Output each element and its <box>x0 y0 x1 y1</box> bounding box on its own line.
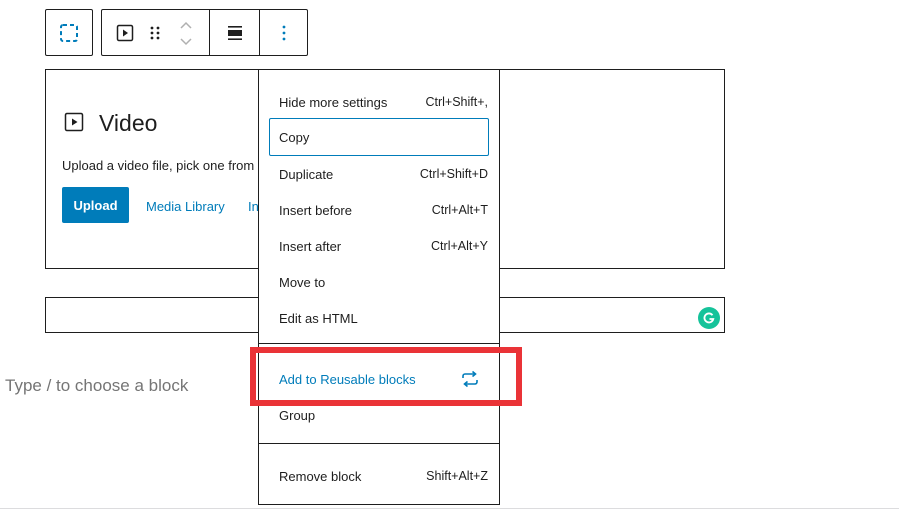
menu-item-remove-block[interactable]: Remove block Shift+Alt+Z <box>259 458 499 494</box>
upload-button[interactable]: Upload <box>62 187 129 223</box>
menu-item-move-to[interactable]: Move to <box>259 264 499 300</box>
menu-item-shortcut: Ctrl+Alt+Y <box>431 239 488 253</box>
menu-item-duplicate[interactable]: Duplicate Ctrl+Shift+D <box>259 156 499 192</box>
grammarly-button[interactable] <box>698 307 720 329</box>
menu-item-insert-after[interactable]: Insert after Ctrl+Alt+Y <box>259 228 499 264</box>
move-down-button[interactable] <box>174 34 198 48</box>
menu-item-label: Remove block <box>279 468 362 484</box>
menu-item-shortcut: Ctrl+Shift+, <box>425 95 488 109</box>
video-block-title: Video <box>99 110 158 136</box>
move-up-button[interactable] <box>174 18 198 32</box>
more-vertical-icon <box>282 25 285 40</box>
menu-item-label: Move to <box>279 274 326 290</box>
select-parent-button[interactable] <box>46 10 92 55</box>
select-parent-group <box>45 9 93 56</box>
menu-item-label: Group <box>279 407 316 423</box>
menu-item-label: Edit as HTML <box>279 310 358 326</box>
menu-item-label: Insert before <box>279 202 352 218</box>
block-type-button[interactable] <box>112 10 138 55</box>
menu-item-edit-as-html[interactable]: Edit as HTML <box>259 300 499 336</box>
more-options-button[interactable] <box>260 10 307 55</box>
highlight-annotation <box>250 347 522 406</box>
menu-divider <box>259 343 499 344</box>
menu-item-hide-more-settings[interactable]: Hide more settings Ctrl+Shift+, <box>259 84 499 120</box>
align-button[interactable] <box>210 10 259 55</box>
drag-handle-icon <box>150 26 160 39</box>
menu-item-insert-before[interactable]: Insert before Ctrl+Alt+T <box>259 192 499 228</box>
menu-item-label: Insert after <box>279 238 342 254</box>
video-block-description: Upload a video file, pick one from <box>62 158 255 173</box>
dashed-square-icon <box>60 23 78 42</box>
block-toolbar <box>101 9 308 56</box>
page-bottom-divider <box>0 508 899 509</box>
menu-item-shortcut: Ctrl+Shift+D <box>419 167 488 181</box>
video-play-icon <box>64 112 84 132</box>
menu-item-copy[interactable]: Copy <box>269 118 489 156</box>
block-placeholder[interactable]: Type / to choose a block <box>5 376 188 396</box>
menu-item-label: Duplicate <box>279 166 334 182</box>
media-library-button[interactable]: Media Library <box>146 199 225 214</box>
video-play-icon <box>116 24 134 41</box>
block-options-menu: Hide more settings Ctrl+Shift+, Copy Dup… <box>258 69 500 505</box>
menu-divider <box>259 443 499 444</box>
menu-item-label: Hide more settings <box>279 94 388 110</box>
align-icon <box>227 25 242 40</box>
grammarly-icon <box>703 312 715 324</box>
menu-item-shortcut: Shift+Alt+Z <box>426 469 488 483</box>
chevron-down-icon <box>180 37 192 45</box>
menu-item-label: Copy <box>279 129 310 145</box>
drag-handle-button[interactable] <box>144 10 166 55</box>
menu-item-shortcut: Ctrl+Alt+T <box>431 203 488 217</box>
chevron-up-icon <box>180 21 192 29</box>
